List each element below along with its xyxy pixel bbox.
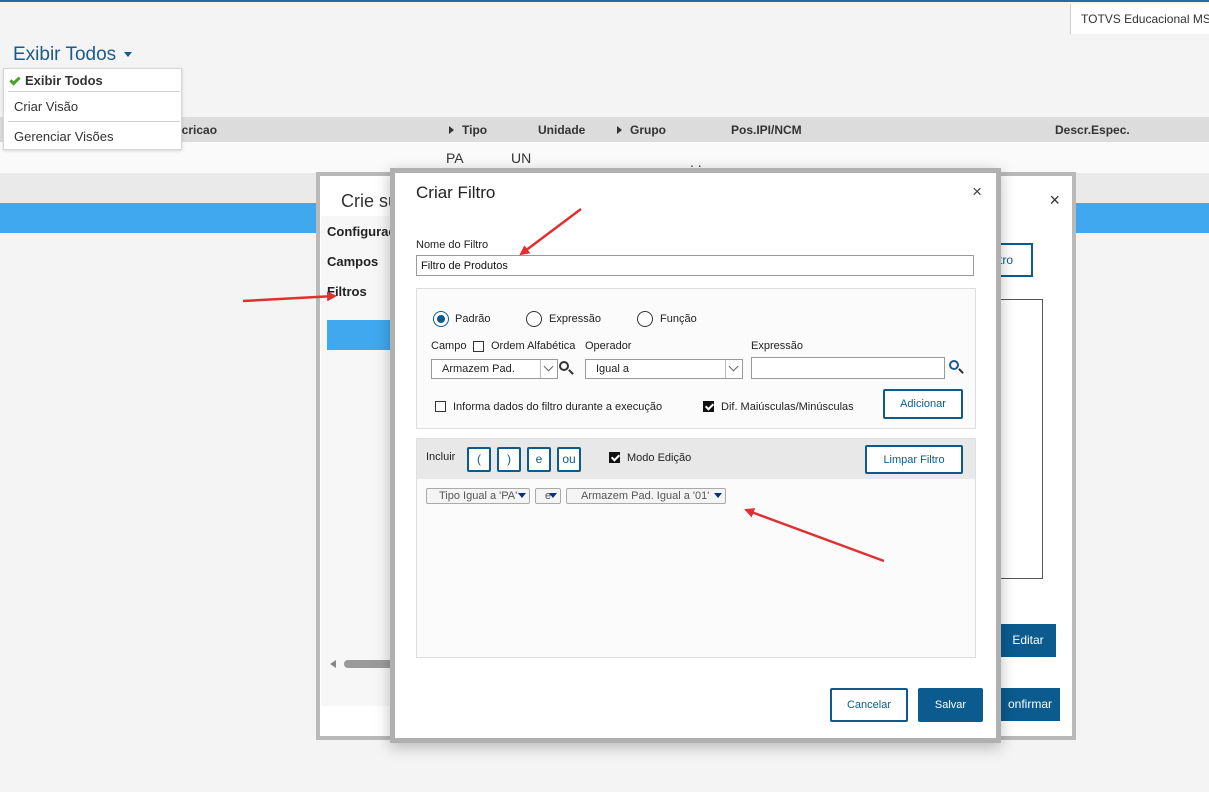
- caret-down-icon: [714, 493, 722, 498]
- filter-toolbar: Incluir ( ) e ou Modo Edição Limpar Filt…: [417, 439, 975, 479]
- view-menu: Exibir Todos Criar Visão Gerenciar Visõe…: [3, 68, 182, 150]
- search-icon[interactable]: [559, 361, 569, 371]
- menu-item-gerenciar-visoes[interactable]: Gerenciar Visões: [4, 129, 181, 144]
- close-icon[interactable]: ×: [1049, 190, 1060, 211]
- chevron-down-icon: [725, 360, 742, 378]
- modo-edicao-checkbox[interactable]: [609, 452, 620, 463]
- scroll-left-icon[interactable]: [330, 660, 336, 668]
- filter-chip[interactable]: e: [535, 488, 561, 504]
- radio-funcao[interactable]: [637, 311, 653, 327]
- company-name: TOTVS Educacional MSSQ: [1070, 4, 1209, 34]
- chevron-down-icon: [540, 360, 557, 378]
- sidebar-item-campos[interactable]: Campos: [327, 254, 378, 269]
- close-paren-button[interactable]: ): [497, 447, 521, 472]
- menu-divider: [8, 121, 180, 122]
- campo-select[interactable]: Armazem Pad.: [431, 359, 558, 379]
- sidebar-item-configuracao[interactable]: Configuraç: [327, 224, 396, 239]
- edit-button[interactable]: Editar: [1000, 624, 1056, 657]
- caret-down-icon: [549, 493, 557, 498]
- filter-expression-panel: Incluir ( ) e ou Modo Edição Limpar Filt…: [416, 438, 976, 658]
- search-icon[interactable]: [949, 360, 959, 370]
- cell-tipo: PA: [446, 150, 464, 166]
- adicionar-button[interactable]: Adicionar: [883, 389, 963, 419]
- column-header-ncm[interactable]: Pos.IPI/NCM: [731, 123, 802, 137]
- ordem-alfabetica-label: Ordem Alfabética: [491, 340, 576, 352]
- create-filter-dialog: Criar Filtro × Nome do Filtro Padrão Exp…: [390, 168, 1001, 743]
- filter-chip[interactable]: Tipo Igual a 'PA': [426, 488, 530, 504]
- filter-name-label: Nome do Filtro: [416, 239, 489, 251]
- column-header-tipo[interactable]: Tipo: [449, 123, 487, 137]
- view-selector-title[interactable]: Exibir Todos: [13, 44, 116, 66]
- menu-item-exibir-todos[interactable]: Exibir Todos: [4, 73, 181, 88]
- expressao-input[interactable]: [751, 357, 945, 379]
- top-bar: TOTVS Educacional MSSQ: [0, 0, 1209, 34]
- campo-label: Campo: [431, 340, 467, 352]
- expressao-label: Expressão: [751, 340, 803, 352]
- cell-unidade: UN: [511, 150, 532, 166]
- informa-dados-label: Informa dados do filtro durante a execuç…: [453, 401, 663, 413]
- close-icon[interactable]: ×: [972, 182, 982, 202]
- wizard-sidebar: Configuraç Campos Filtros: [321, 216, 407, 706]
- filter-chip[interactable]: Armazem Pad. Igual a '01': [566, 488, 726, 504]
- sort-arrow-icon: [449, 126, 454, 134]
- condition-panel: Padrão Expressão Função Campo Ordem Alfa…: [416, 288, 976, 429]
- confirm-button[interactable]: onfirmar: [1000, 688, 1060, 721]
- filter-list-box: [1000, 299, 1043, 579]
- incluir-label: Incluir: [426, 451, 456, 463]
- operador-select[interactable]: Igual a: [585, 359, 743, 379]
- column-header-grupo[interactable]: Grupo: [617, 123, 666, 137]
- limpar-filtro-button[interactable]: Limpar Filtro: [865, 445, 963, 474]
- open-paren-button[interactable]: (: [467, 447, 491, 472]
- radio-padrao-label: Padrão: [455, 313, 491, 325]
- column-header-unidade[interactable]: Unidade: [538, 123, 585, 137]
- radio-padrao[interactable]: [433, 311, 449, 327]
- chevron-down-icon[interactable]: [124, 52, 132, 57]
- save-button[interactable]: Salvar: [918, 688, 983, 722]
- radio-funcao-label: Função: [660, 313, 697, 325]
- horizontal-scrollbar[interactable]: [330, 660, 404, 668]
- menu-item-criar-visao[interactable]: Criar Visão: [4, 99, 181, 114]
- radio-expressao[interactable]: [526, 311, 542, 327]
- dialog-title: Criar Filtro: [416, 183, 496, 202]
- caret-down-icon: [518, 493, 526, 498]
- check-icon: [9, 74, 21, 86]
- ordem-alfabetica-checkbox[interactable]: [473, 341, 484, 352]
- dif-maiusculas-label: Dif. Maiúsculas/Minúsculas: [721, 401, 854, 413]
- sort-arrow-icon: [617, 126, 622, 134]
- or-button[interactable]: ou: [557, 447, 581, 472]
- and-button[interactable]: e: [527, 447, 551, 472]
- column-header-descr-espec[interactable]: Descr.Espec.: [1055, 123, 1130, 137]
- informa-dados-checkbox[interactable]: [435, 401, 446, 412]
- modo-edicao-label: Modo Edição: [627, 452, 692, 464]
- radio-expressao-label: Expressão: [549, 313, 601, 325]
- sidebar-item-filtros[interactable]: Filtros: [327, 284, 367, 299]
- operador-label: Operador: [585, 340, 632, 352]
- dif-maiusculas-checkbox[interactable]: [703, 401, 714, 412]
- filter-name-input[interactable]: [416, 255, 974, 276]
- menu-divider: [8, 91, 180, 92]
- cancel-button[interactable]: Cancelar: [830, 688, 908, 722]
